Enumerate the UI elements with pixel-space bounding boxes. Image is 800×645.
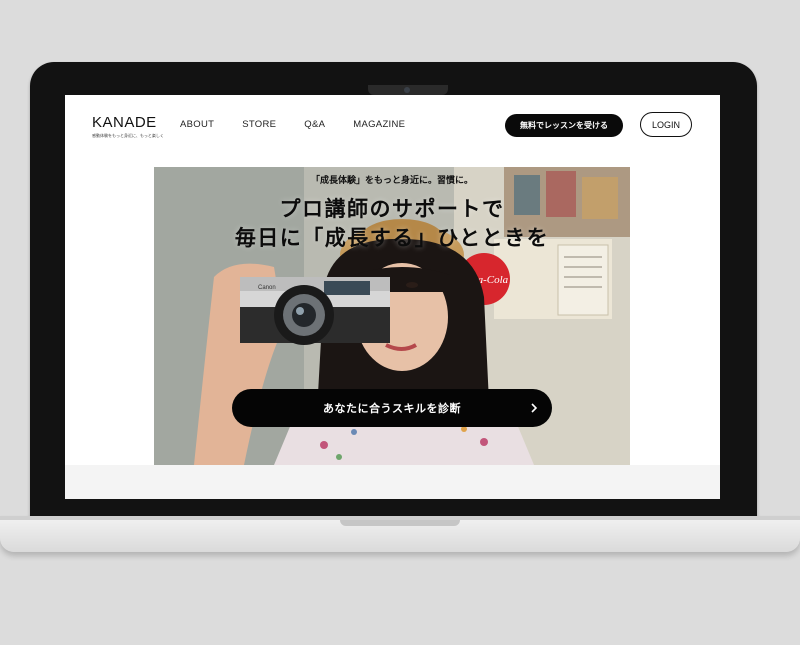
login-button[interactable]: LOGIN	[640, 112, 692, 137]
chevron-right-icon	[531, 403, 538, 413]
hero-banner: Coca-Cola Canon 「成長体験」をもっと身近に。習慣に。 プロ講師の…	[154, 167, 630, 465]
nav-magazine[interactable]: MAGAZINE	[353, 119, 405, 130]
skill-diagnosis-button[interactable]: あなたに合うスキルを診断	[232, 389, 552, 427]
free-lesson-button[interactable]: 無料でレッスンを受ける	[505, 114, 623, 137]
hero-title-line2: 毎日に「成長する」ひとときを	[234, 226, 550, 250]
logo-text: KANADE	[92, 114, 157, 131]
site-logo[interactable]: KANADE 感動体験をもっと身近に、もっと楽しく	[92, 115, 164, 139]
nav-about[interactable]: ABOUT	[180, 119, 214, 130]
hero-title-line1: プロ講師のサポートで	[279, 197, 505, 221]
skill-diagnosis-label: あなたに合うスキルを診断	[323, 402, 461, 415]
hero-tagline: 「成長体験」をもっと身近に。習慣に。	[310, 176, 473, 186]
hero-bottom-band	[65, 465, 720, 499]
nav-qa[interactable]: Q&A	[304, 119, 325, 130]
main-nav: ABOUT STORE Q&A MAGAZINE	[180, 119, 433, 130]
laptop-opening-notch	[340, 520, 460, 526]
nav-store[interactable]: STORE	[242, 119, 276, 130]
svg-text:Canon: Canon	[258, 285, 276, 291]
logo-subtitle: 感動体験をもっと身近に、もっと楽しく	[92, 133, 164, 138]
webcam-icon	[404, 87, 410, 93]
website-screen: KANADE 感動体験をもっと身近に、もっと楽しく ABOUT STORE Q&…	[65, 95, 720, 499]
